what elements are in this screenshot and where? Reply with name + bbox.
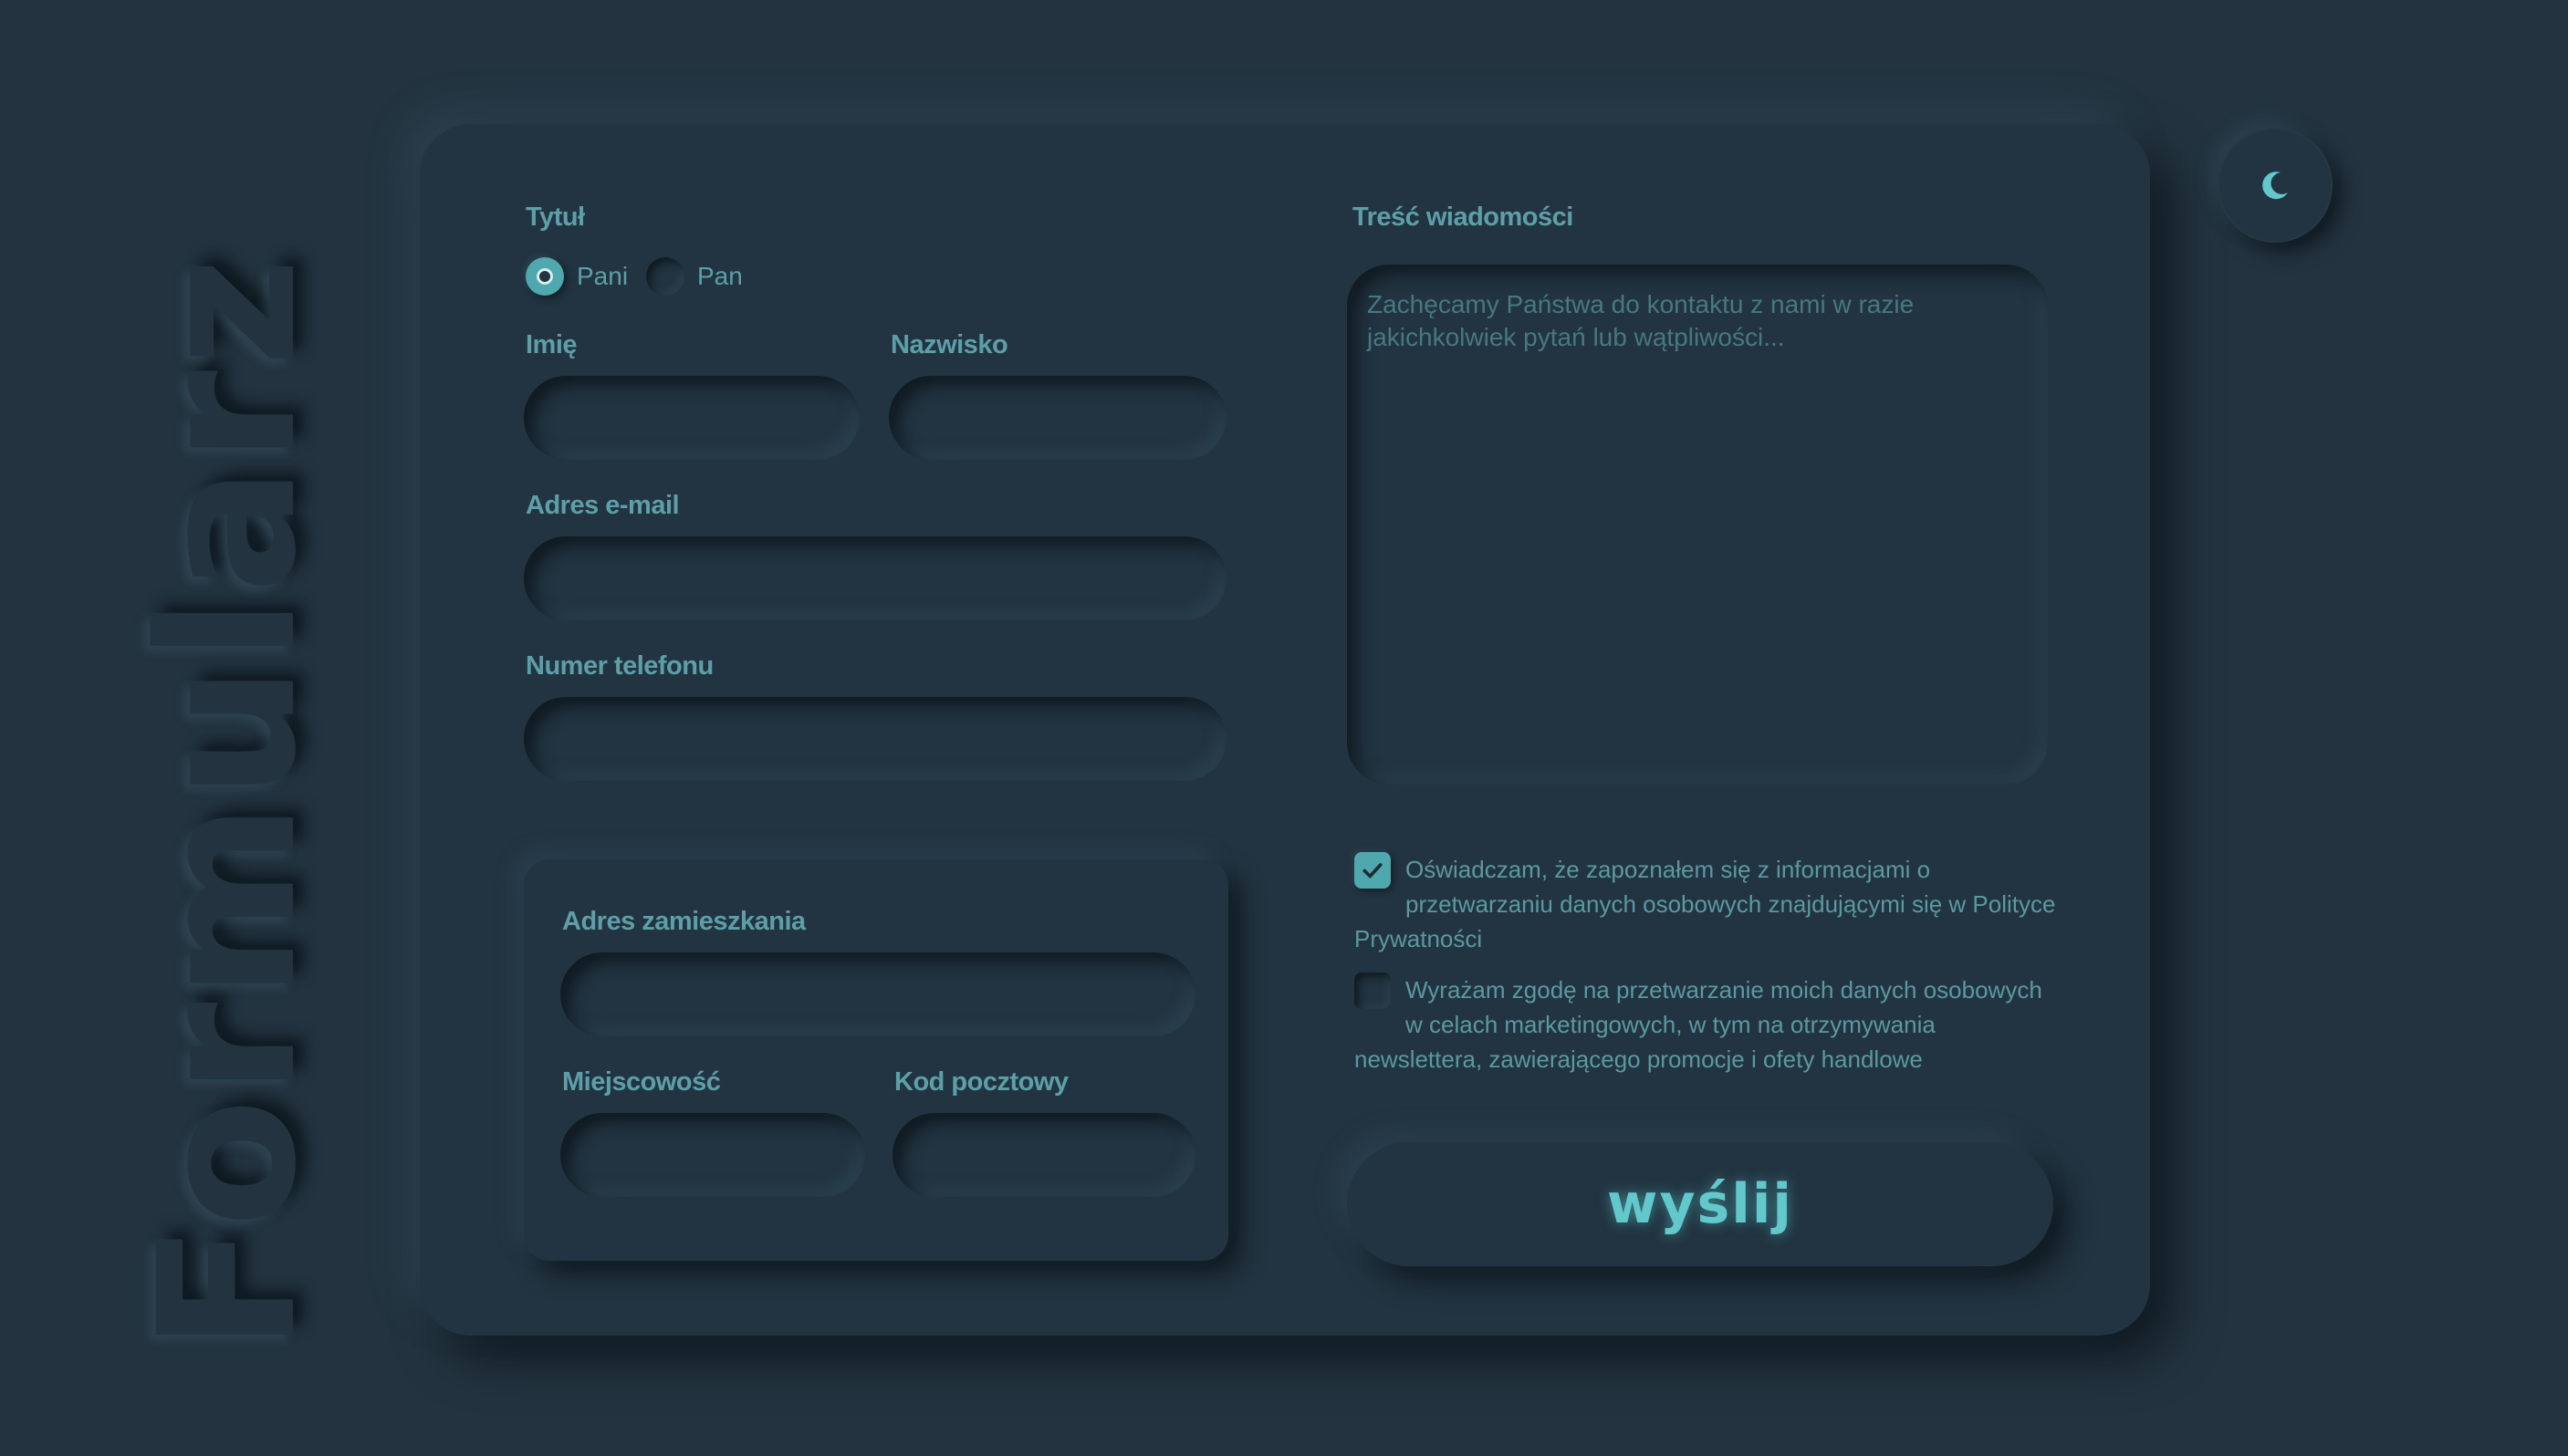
consent-privacy-text: Oświadczam, że zapoznałem się z informac… xyxy=(1354,856,2056,952)
message-label: Treść wiadomości xyxy=(1352,203,1573,232)
postal-code-input[interactable] xyxy=(893,1113,1195,1197)
check-icon xyxy=(1362,863,1383,879)
city-input[interactable] xyxy=(560,1113,865,1197)
side-title: Formularz xyxy=(119,254,338,1352)
radio-pani-dot[interactable] xyxy=(526,257,564,296)
submit-button[interactable]: wyślij xyxy=(1347,1142,2053,1266)
address-section: Adres zamieszkania Miejscowość Kod poczt… xyxy=(524,859,1228,1261)
phone-label: Numer telefonu xyxy=(526,651,714,681)
email-label: Adres e-mail xyxy=(526,491,680,520)
last-name-input[interactable] xyxy=(889,376,1227,460)
radio-option-pan[interactable]: Pan xyxy=(646,257,743,296)
city-label: Miejscowość xyxy=(562,1067,721,1097)
consent-privacy-checkbox[interactable] xyxy=(1354,852,1391,889)
phone-input[interactable] xyxy=(524,697,1227,781)
moon-icon xyxy=(2262,172,2288,200)
last-name-label: Nazwisko xyxy=(891,330,1008,359)
street-label: Adres zamieszkania xyxy=(562,907,806,936)
theme-toggle-button[interactable] xyxy=(2218,128,2333,243)
postal-code-label: Kod pocztowy xyxy=(894,1067,1069,1097)
first-name-input[interactable] xyxy=(524,376,860,460)
consent-marketing: Wyrażam zgodę na przetwarzanie moich dan… xyxy=(1354,972,2057,1076)
consent-marketing-text: Wyrażam zgodę na przetwarzanie moich dan… xyxy=(1354,976,2042,1073)
consent-privacy: Oświadczam, że zapoznałem się z informac… xyxy=(1354,852,2057,956)
side-title-text: Formularz xyxy=(119,254,338,1352)
email-input[interactable] xyxy=(524,536,1227,620)
radio-option-pani[interactable]: Pani xyxy=(526,257,628,296)
radio-pan-label: Pan xyxy=(697,262,743,290)
consent-marketing-checkbox[interactable] xyxy=(1354,972,1391,1009)
message-textarea[interactable] xyxy=(1347,265,2048,785)
title-label: Tytuł xyxy=(526,203,585,232)
first-name-label: Imię xyxy=(526,330,578,359)
radio-pan-dot[interactable] xyxy=(646,257,684,296)
form-card: Tytuł Pani Pan Imię Nazwisko Adres e-mai… xyxy=(420,124,2150,1336)
street-input[interactable] xyxy=(560,952,1195,1036)
radio-pani-label: Pani xyxy=(577,262,629,290)
